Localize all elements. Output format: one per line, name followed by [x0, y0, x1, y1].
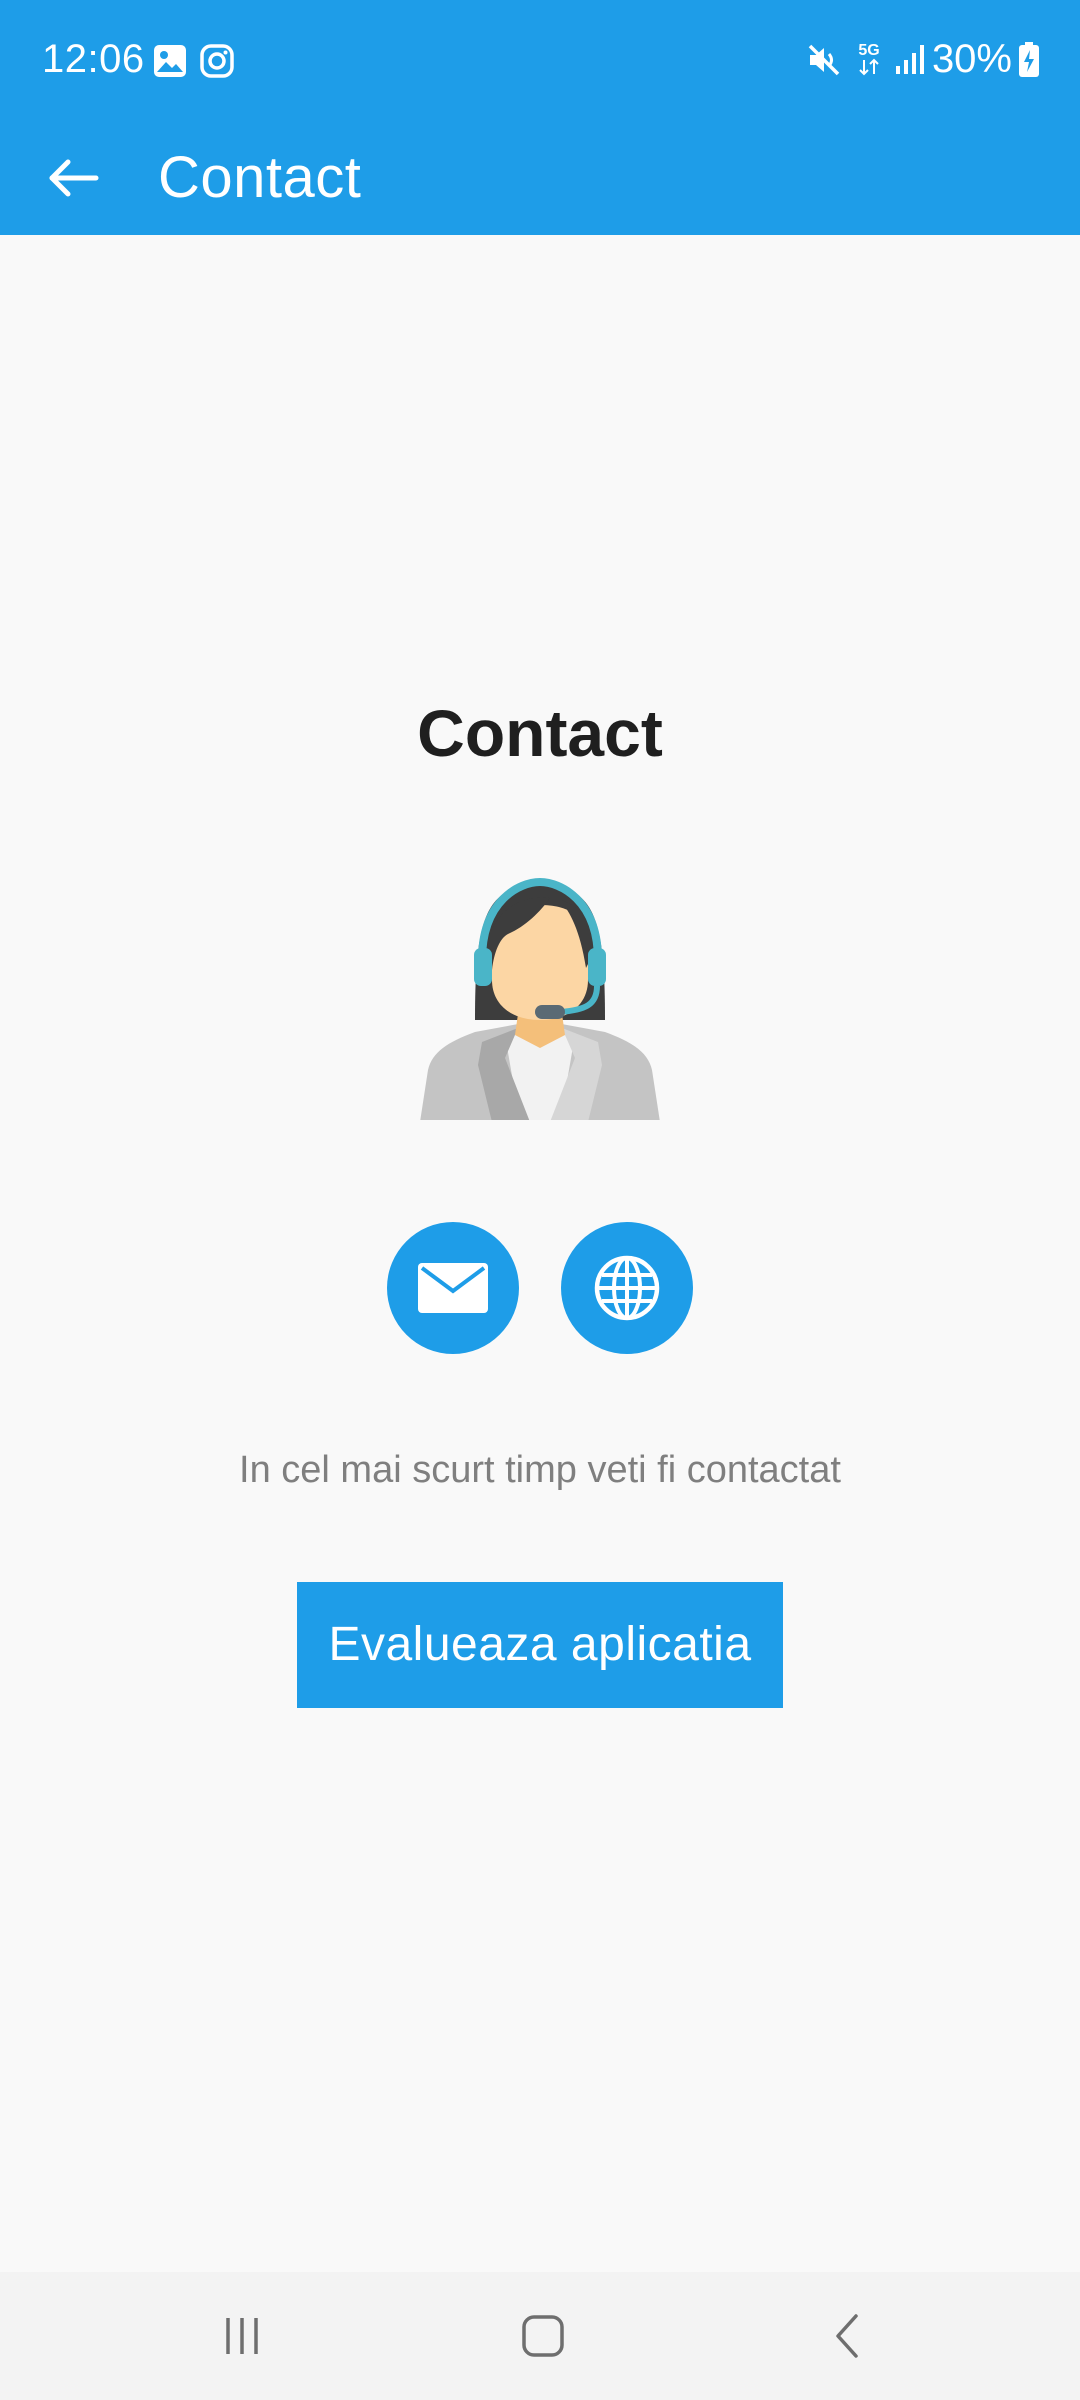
support-agent-icon: [420, 877, 660, 1120]
svg-text:5G: 5G: [858, 42, 879, 59]
signal-icon: [896, 45, 924, 74]
system-back-button[interactable]: [787, 2296, 907, 2376]
email-button[interactable]: [387, 1222, 519, 1354]
back-icon: [836, 2314, 858, 2358]
rate-app-button[interactable]: Evalueaza aplicatia: [297, 1582, 783, 1708]
home-icon: [522, 2315, 564, 2357]
mute-icon: [808, 44, 840, 76]
instagram-icon: [200, 44, 234, 78]
page-title: Contact: [417, 696, 663, 770]
navigation-bar: [0, 2272, 1080, 2400]
battery-charging-icon: [1019, 42, 1039, 77]
website-button[interactable]: [561, 1222, 693, 1354]
toolbar: Contact: [0, 120, 1080, 235]
toolbar-title: Contact: [158, 145, 362, 210]
app-bar: 12:06 5G 30% Contact: [0, 0, 1080, 235]
battery-percentage: 30%: [931, 37, 1012, 81]
globe-icon: [594, 1255, 660, 1321]
status-time: 12:06: [42, 37, 145, 81]
recents-icon: [226, 2318, 258, 2354]
recents-button[interactable]: [182, 2296, 302, 2376]
arrow-left-icon: [49, 159, 99, 197]
5g-icon: 5G: [858, 42, 880, 76]
gallery-icon: [154, 45, 186, 77]
envelope-icon: [418, 1263, 488, 1313]
info-text: In cel mai scurt timp veti fi contactat: [239, 1449, 841, 1491]
back-button[interactable]: [28, 133, 118, 223]
home-button[interactable]: [483, 2296, 603, 2376]
status-bar: 12:06 5G 30%: [0, 0, 1080, 120]
